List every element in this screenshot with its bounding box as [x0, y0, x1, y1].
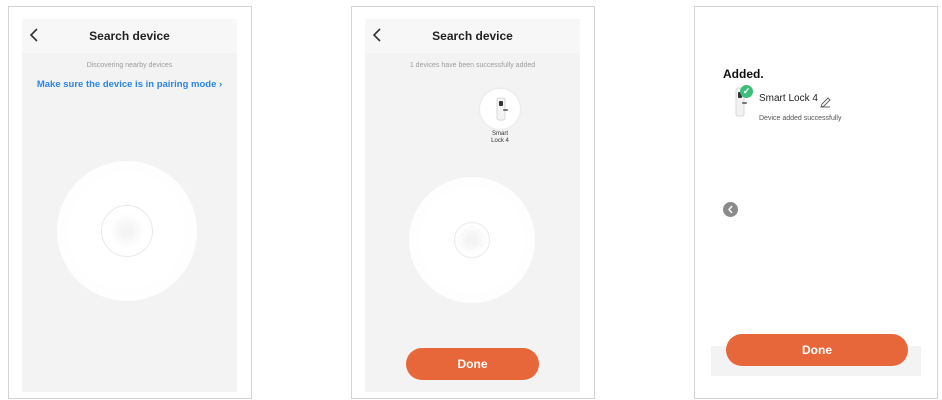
device-status: Device added successfully — [759, 115, 842, 122]
device-label-line1: Smart — [491, 131, 508, 137]
pencil-icon[interactable] — [820, 95, 831, 108]
page-title: Search device — [89, 29, 170, 43]
screen-found: Search device 1 devices have been succes… — [351, 6, 595, 399]
scroll-left-icon[interactable] — [723, 202, 738, 217]
device-bubble[interactable] — [480, 89, 520, 129]
header: Search device — [22, 19, 237, 53]
device-label-line2: Lock 4 — [491, 138, 509, 144]
page-title: Search device — [432, 29, 513, 43]
device-label: Smart Lock 4 — [478, 131, 522, 145]
header: Search device — [365, 19, 580, 53]
pairing-mode-link[interactable]: Make sure the device is in pairing mode … — [22, 79, 237, 90]
check-badge-icon: ✓ — [740, 85, 753, 98]
added-title: Added. — [723, 67, 764, 81]
done-button[interactable]: Done — [406, 348, 539, 380]
radar-center — [121, 225, 133, 237]
phone-screen: Search device Discovering nearby devices… — [22, 19, 237, 392]
done-button[interactable]: Done — [726, 334, 908, 366]
phone-screen: Added. ✓ Smart Lock 4 Device added succe… — [711, 19, 921, 376]
device-name: Smart Lock 4 — [759, 93, 818, 104]
phone-screen: Search device 1 devices have been succes… — [365, 19, 580, 392]
added-count-text: 1 devices have been successfully added — [409, 62, 536, 69]
discovering-text: Discovering nearby devices — [86, 62, 173, 69]
screen-searching: Search device Discovering nearby devices… — [8, 6, 252, 399]
radar-center — [466, 234, 478, 246]
screen-added: Added. ✓ Smart Lock 4 Device added succe… — [694, 6, 938, 399]
smart-lock-icon — [496, 97, 508, 121]
